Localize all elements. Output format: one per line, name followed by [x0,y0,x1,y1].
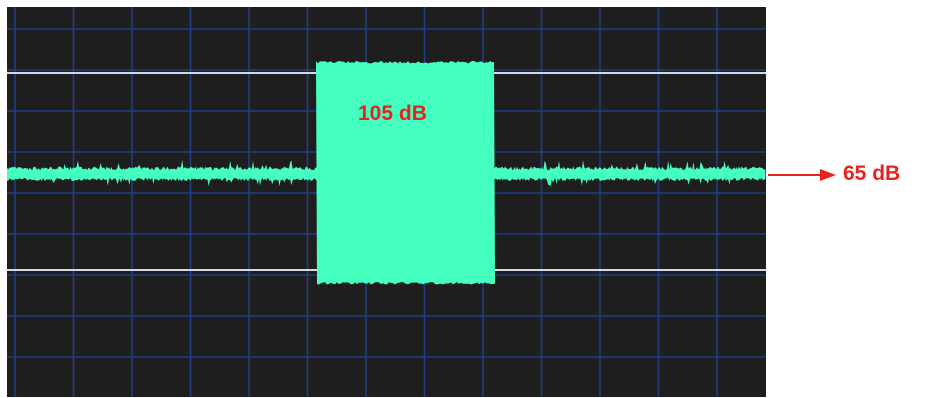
arrow-right-icon [768,169,836,181]
signal-burst [316,61,495,285]
baseline-level-label: 65 dB [843,162,901,185]
burst-level-label: 105 dB [358,102,427,125]
oscilloscope-display [7,7,766,397]
waveform-plot [7,7,766,397]
